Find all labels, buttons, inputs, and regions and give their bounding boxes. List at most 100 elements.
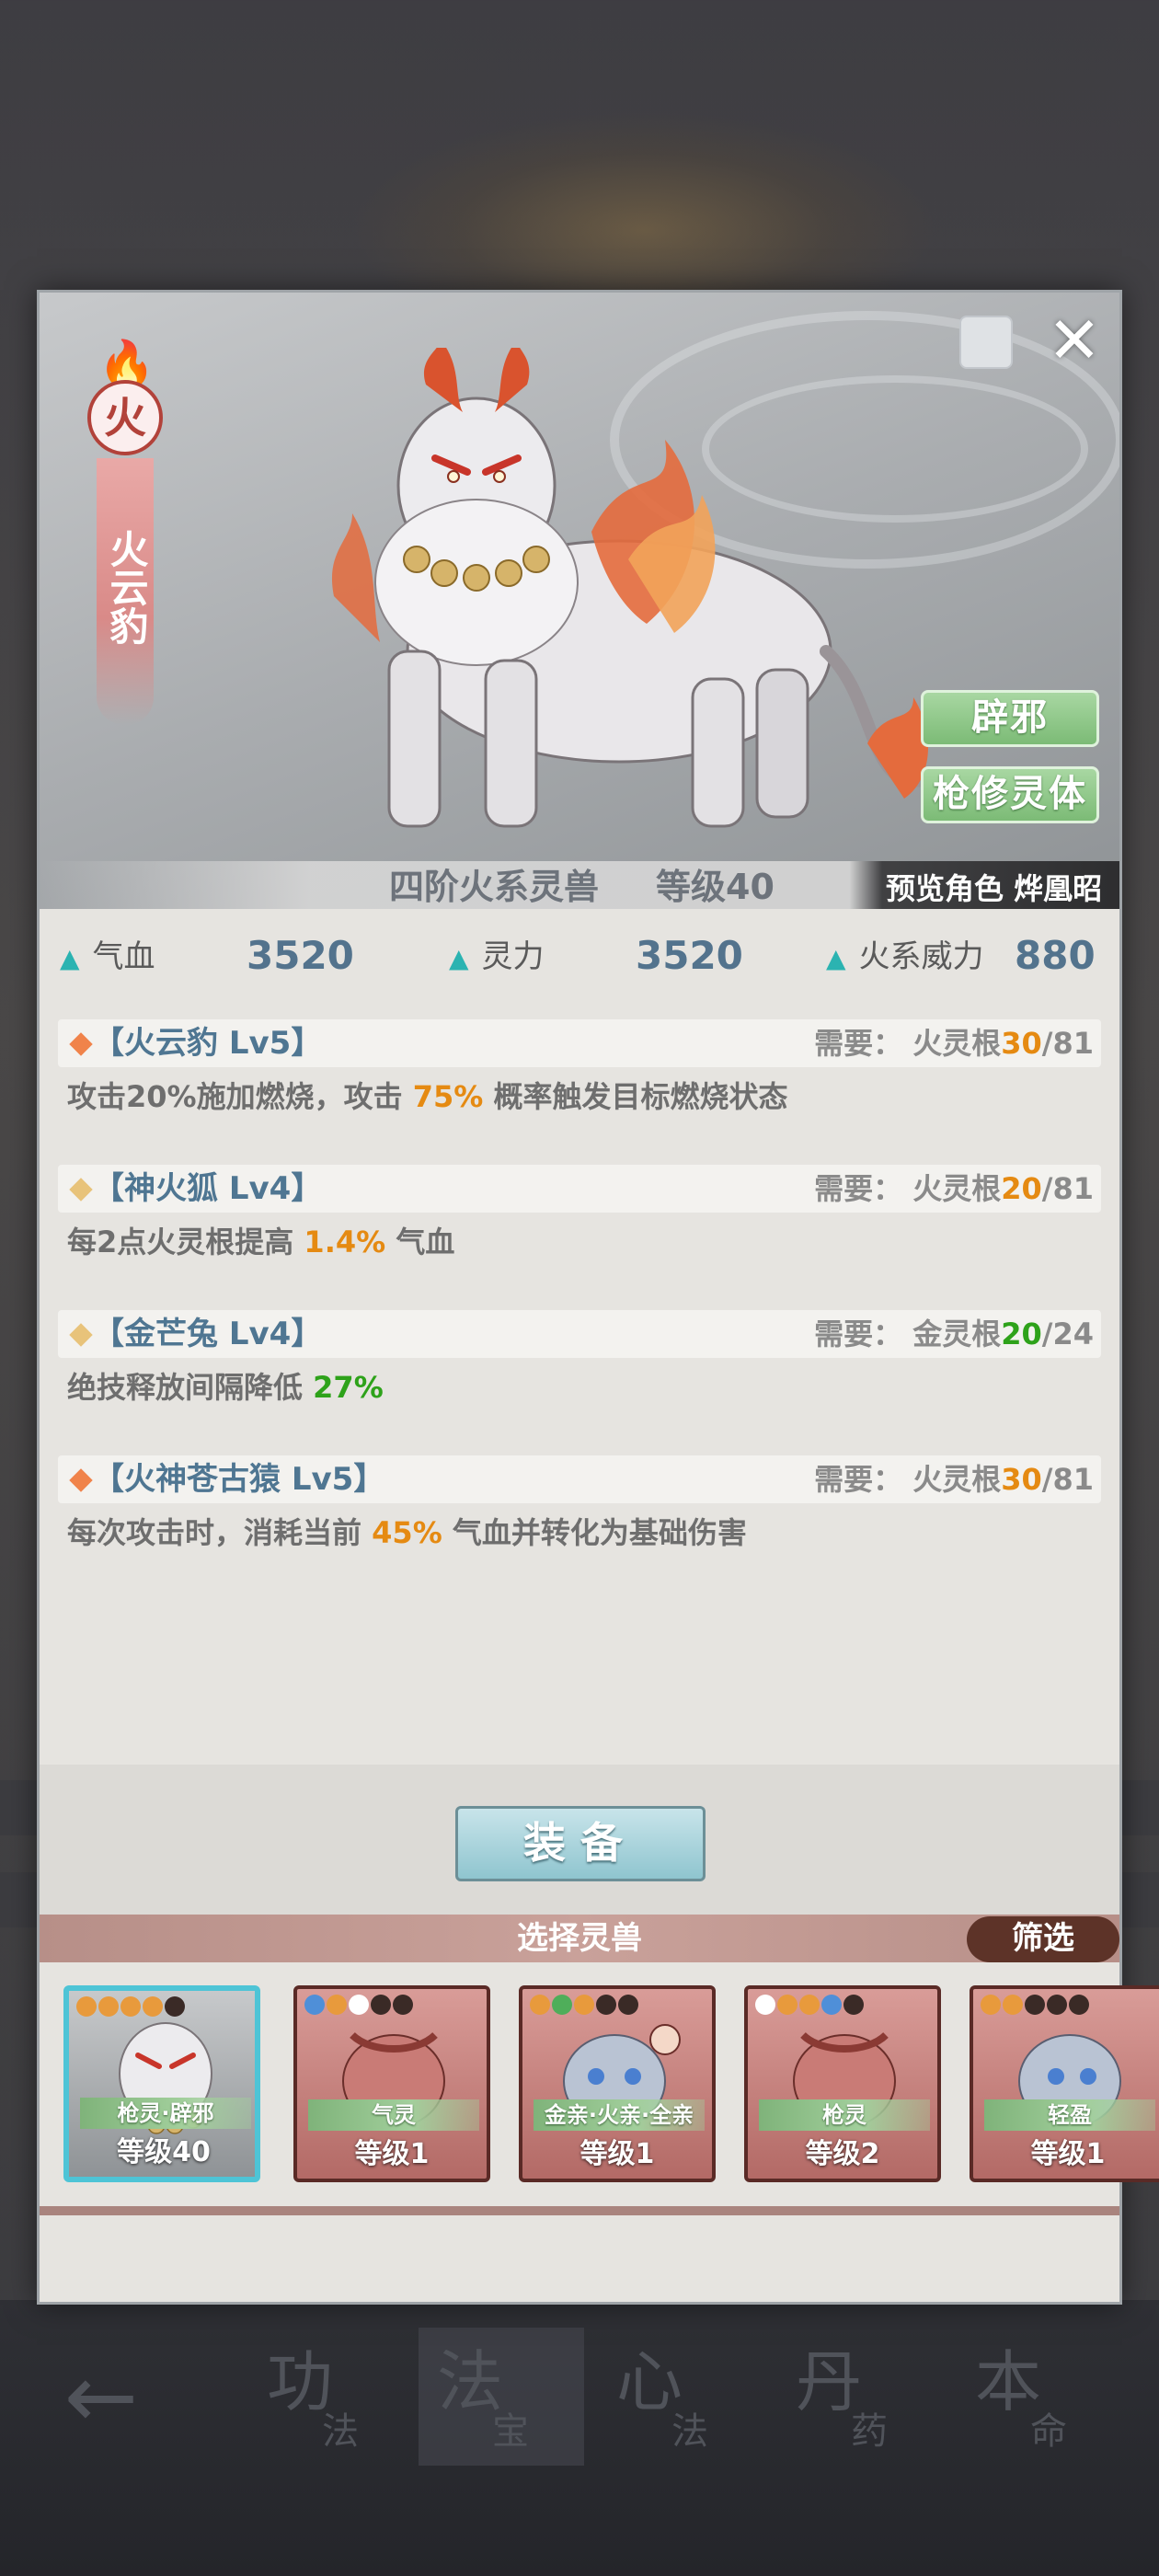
desc-highlight: 75% [412,1079,484,1114]
fire-leopard-illustration [331,348,929,828]
rarity-paws [981,1995,1089,2017]
select-beast-title: 选择灵兽 [517,1920,642,1957]
req-max: /81 [1041,1462,1094,1497]
paw-icon [165,1996,185,2017]
skill-description: 攻击20%施加燃烧，攻击 75% 概率触发目标燃烧状态 [67,1076,788,1117]
stat-fire-value: 880 [1015,933,1096,978]
spirit-beast-modal: 🔥 火 火云豹 ✕ 辟邪 枪修灵体 四阶火系灵兽 等级40 预览角色 烨凰昭 ▲… [37,290,1159,2305]
rarity-paws [755,1995,864,2017]
skill-name: 【火神苍古猿 Lv5】 [93,1461,385,1498]
stat-label-text: 火系威力 [858,938,984,975]
skill-description: 绝技释放间隔降低 27% [67,1367,384,1408]
nav-tab-benming[interactable]: 本 命 [957,2328,1122,2466]
card-level: 等级1 [580,2138,655,2170]
req-label: 需要： [814,1171,903,1206]
stat-fire-label: ▲ 火系威力 [826,937,984,979]
nav-tab-small: 法 [322,2410,359,2453]
paw-icon [596,1995,616,2015]
beast-card[interactable]: 枪灵 等级2 [744,1985,941,2182]
beast-card[interactable]: 轻盈 等级1 [970,1985,1159,2182]
card-level: 等级1 [354,2138,430,2170]
req-root: 火灵根 [912,1171,1002,1206]
skill-header: 【金芒兔 Lv4】 需要： 金灵根20/24 [58,1310,1101,1358]
nav-tab-xinfa[interactable]: 心 法 [598,2328,763,2466]
desc-text: 绝技释放间隔降低 [67,1370,314,1405]
equip-button[interactable]: 装备 [455,1806,706,1881]
card-level: 等级1 [1030,2138,1106,2170]
paw-icon [1003,1995,1023,2015]
close-icon[interactable]: ✕ [1042,308,1107,375]
paw-icon [843,1995,864,2015]
paw-icon [76,1996,97,2017]
paw-icon [120,1996,141,2017]
card-tag: 气灵 [308,2099,479,2131]
beast-tier: 四阶火系灵兽 [389,867,600,907]
nav-tab-fabao[interactable]: 法 宝 [419,2328,584,2466]
desc-text: 每2点火灵根提高 [67,1225,304,1259]
filter-button[interactable]: 筛选 [967,1916,1119,1962]
beast-hero-panel: 🔥 火 火云豹 ✕ 辟邪 枪修灵体 四阶火系灵兽 等级40 预览角色 烨凰昭 [40,293,1119,909]
card-tag: 金亲·火亲·全亲 [534,2099,705,2131]
desc-highlight: 1.4% [304,1225,386,1259]
req-current: 30 [1001,1462,1042,1497]
settings-box-icon[interactable] [959,316,1013,369]
req-max: /24 [1041,1317,1094,1351]
diamond-icon [69,1178,93,1202]
desc-highlight: 27% [313,1370,384,1405]
paw-icon [143,1996,163,2017]
paw-icon [98,1996,119,2017]
desc-text: 每次攻击时，消耗当前 [67,1515,373,1550]
paw-icon [304,1995,325,2015]
beast-card[interactable]: 枪灵·辟邪 等级40 [63,1985,260,2182]
trait-button-qiangxiu[interactable]: 枪修灵体 [921,766,1099,823]
paw-icon [327,1995,347,2015]
paw-icon [349,1995,369,2015]
desc-text: 气血 [385,1225,455,1259]
nav-tab-gongfa[interactable]: 功 法 [248,2328,414,2466]
skill-name: 【金芒兔 Lv4】 [93,1316,323,1352]
req-current: 30 [1001,1026,1042,1061]
beast-card[interactable]: 气灵 等级1 [293,1985,490,2182]
trait-button-bixie[interactable]: 辟邪 [921,690,1099,747]
element-badge: 火 [87,380,163,455]
card-level: 等级2 [805,2138,880,2170]
diamond-icon [69,1323,93,1347]
skill-name: 【神火狐 Lv4】 [93,1170,323,1207]
skill-requirement: 需要： 火灵根30/81 [814,1459,1094,1500]
diamond-icon [69,1032,93,1056]
stat-mp-value: 3520 [636,933,743,978]
beast-card[interactable]: 金亲·火亲·全亲 等级1 [519,1985,716,2182]
desc-text: 概率触发目标燃烧状态 [483,1079,788,1114]
up-arrow-icon: ▲ [449,943,469,973]
rarity-paws [530,1995,638,2017]
req-label: 需要： [814,1317,903,1351]
up-arrow-icon: ▲ [826,943,846,973]
preview-character: 预览角色 烨凰昭 [886,871,1103,906]
paw-icon [530,1995,550,2015]
req-label: 需要： [814,1026,903,1061]
card-tag: 枪灵 [759,2099,930,2131]
card-tag: 枪灵·辟邪 [80,2098,251,2129]
skill-description: 每2点火灵根提高 1.4% 气血 [67,1222,454,1262]
desc-text: 攻击20%施加燃烧，攻击 [67,1079,413,1114]
nav-tab-small: 宝 [492,2410,529,2453]
paw-icon [618,1995,638,2015]
skill-name: 【火云豹 Lv5】 [93,1025,323,1062]
paw-icon [1025,1995,1045,2015]
paw-icon [799,1995,820,2015]
req-root: 金灵根 [912,1317,1002,1351]
diamond-icon [69,1468,93,1492]
beast-name: 火云豹 [104,529,149,645]
paw-icon [777,1995,798,2015]
back-arrow-icon[interactable]: ← [55,2351,147,2443]
paw-icon [821,1995,842,2015]
modal-bottom-border [40,2206,1119,2215]
card-level: 等级40 [117,2136,211,2168]
desc-highlight: 45% [372,1515,442,1550]
paw-icon [371,1995,391,2015]
nav-tab-danyao[interactable]: 丹 药 [777,2328,943,2466]
paw-icon [1047,1995,1067,2015]
desc-text: 气血并转化为基础伤害 [442,1515,747,1550]
req-current: 20 [1001,1171,1042,1206]
paw-icon [755,1995,775,2015]
